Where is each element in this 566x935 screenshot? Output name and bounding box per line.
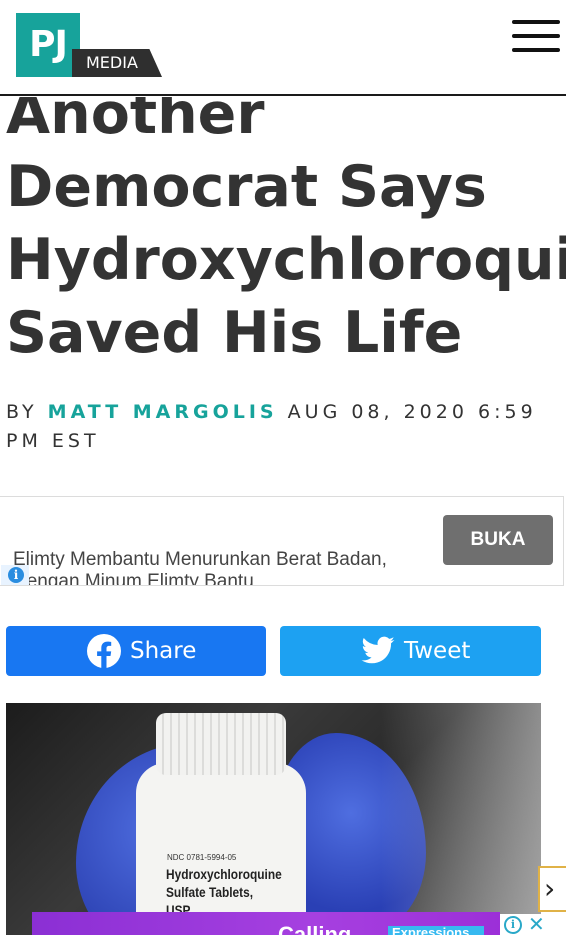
banner-ad-tag: Expressions (388, 926, 484, 935)
title-line: Saved His Life (6, 300, 463, 366)
menu-bar (512, 34, 560, 38)
article-byline: BY MATT MARGOLIS AUG 08, 2020 6:59 PM ES… (6, 398, 546, 456)
chevron-right-icon: › (544, 872, 556, 905)
twitter-tweet-button[interactable]: Tweet (280, 626, 541, 676)
ad-choices[interactable]: i (1, 565, 29, 585)
banner-ad-headline: Calling (278, 922, 352, 935)
twitter-tweet-label: Tweet (404, 638, 471, 664)
banner-ad-controls: i ✕ (500, 912, 552, 935)
bottle-ndc-text: NDC 0781-5994-05 (167, 853, 237, 862)
bottom-banner-ad[interactable]: Calling Expressions (32, 912, 500, 935)
facebook-icon (87, 634, 121, 669)
menu-bar (512, 48, 560, 52)
article-title: Another Democrat Says Hydroxychloroquine… (6, 97, 566, 370)
article-title-container: Another Democrat Says Hydroxychloroquine… (0, 97, 566, 377)
logo-media-text: MEDIA (72, 49, 162, 77)
pj-media-logo[interactable]: PJ MEDIA (16, 13, 164, 79)
logo-pj-mark: PJ (16, 13, 80, 77)
bottle-drug-name: Hydroxychloroquine Sulfate Tablets, USP (166, 866, 282, 918)
ad-open-button[interactable]: BUKA (443, 515, 553, 565)
sponsored-ad[interactable]: Elimty Membantu Menurunkan Berat Badan, … (0, 496, 564, 586)
site-header: PJ MEDIA (0, 0, 566, 96)
info-icon[interactable]: i (504, 916, 522, 934)
byline-prefix: BY (6, 401, 38, 423)
author-link[interactable]: MATT MARGOLIS (48, 401, 278, 423)
title-line: Hydroxychloroquine (6, 227, 566, 293)
next-article-button[interactable]: › (538, 866, 566, 912)
photo-highlight (381, 703, 541, 935)
close-icon[interactable]: ✕ (528, 912, 545, 935)
hamburger-menu-icon[interactable] (512, 20, 560, 60)
title-line: Another (6, 97, 265, 147)
facebook-share-label: Share (130, 638, 197, 664)
article-featured-image: NDC 0781-5994-05 Hydroxychloroquine Sulf… (6, 703, 541, 935)
bottle-cap (156, 713, 286, 775)
facebook-share-button[interactable]: Share (6, 626, 266, 676)
ad-text: Elimty Membantu Menurunkan Berat Badan, … (13, 549, 387, 586)
twitter-bird-icon (361, 636, 395, 664)
title-line: Democrat Says (6, 154, 487, 220)
menu-bar (512, 20, 560, 24)
info-icon: i (8, 567, 24, 583)
